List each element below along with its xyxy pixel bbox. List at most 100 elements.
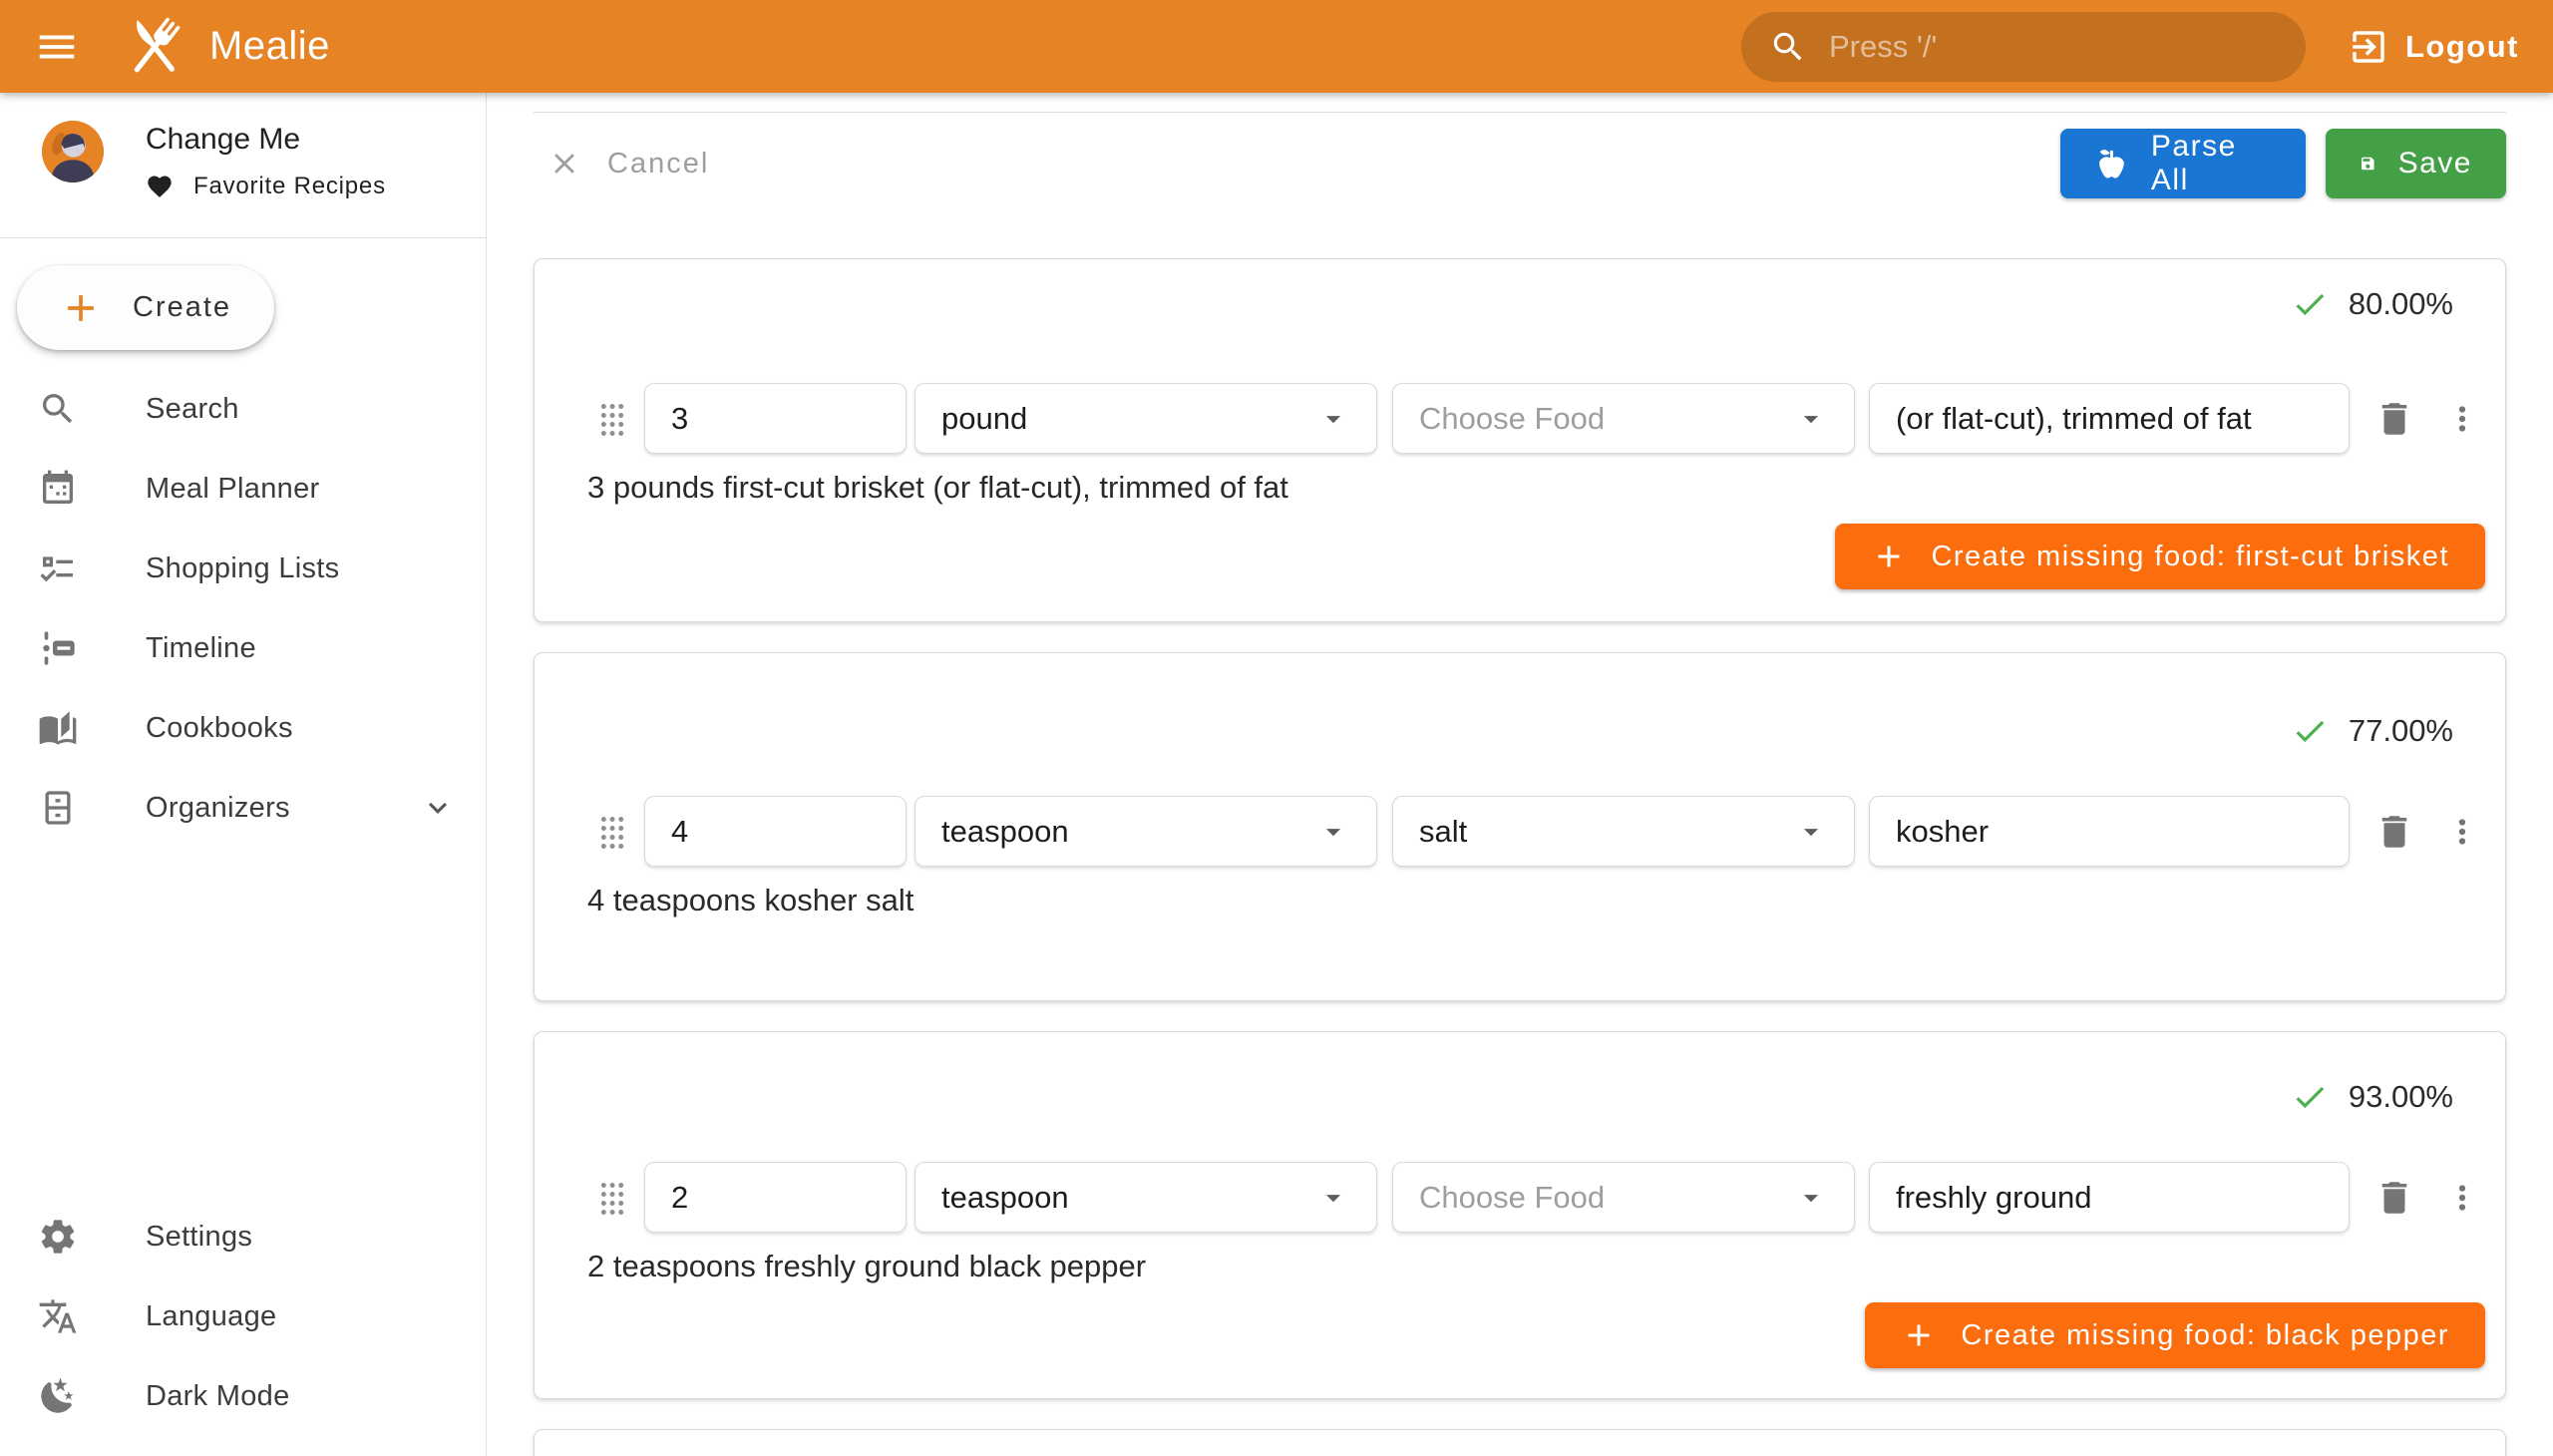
plus-icon [59,286,103,330]
unit-value: teaspoon [941,814,1069,850]
user-info: Change Me Favorite Recipes [146,121,386,237]
confidence-row: 80.00% [535,285,2505,323]
create-missing-food-label: Create missing food: black pepper [1961,1319,2449,1352]
create-missing-food-button[interactable]: Create missing food: black pepper [1865,1302,2485,1368]
kebab-menu-icon[interactable] [2443,813,2481,851]
menu-down-icon [1316,1181,1350,1215]
missing-food-row: Create missing food: first-cut brisket [535,524,2505,589]
user-block: Change Me Favorite Recipes [0,93,486,238]
original-ingredient-text: 2 teaspoons freshly ground black pepper [587,1249,2505,1284]
menu-down-icon [1794,815,1828,849]
quantity-input[interactable]: 4 [644,796,907,867]
quantity-input[interactable]: 2 [644,1162,907,1233]
sidebar-item-shopping-lists[interactable]: Shopping Lists [0,529,486,608]
quantity-input[interactable]: 3 [644,383,907,454]
favorite-recipes-label: Favorite Recipes [193,173,386,200]
food-value: salt [1419,814,1467,850]
cancel-button[interactable]: Cancel [547,147,709,181]
note-value: freshly ground [1896,1180,2091,1216]
sidebar-item-cookbooks[interactable]: Cookbooks [0,688,486,768]
menu-icon[interactable] [34,24,80,70]
sidebar-item-search[interactable]: Search [0,369,486,449]
sidebar-item-timeline[interactable]: Timeline [0,608,486,688]
search-icon [38,389,78,429]
create-button[interactable]: Create [17,265,274,350]
food-select[interactable]: Choose Food [1392,1162,1855,1233]
app-title: Mealie [209,24,330,69]
toolbar-actions: Parse All Save [2060,129,2506,198]
drag-handle-icon[interactable] [598,1180,624,1216]
unit-select[interactable]: teaspoon [914,796,1377,867]
drag-handle-icon[interactable] [598,814,624,850]
menu-down-icon [1316,815,1350,849]
missing-food-row: Create missing food: black pepper [535,1302,2505,1368]
logout-button[interactable]: Logout [2348,26,2519,68]
check-icon [2291,1078,2329,1116]
heart-icon [146,173,174,200]
timeline-icon [38,628,78,668]
parse-all-button[interactable]: Parse All [2060,129,2306,198]
unit-select[interactable]: pound [914,383,1377,454]
menu-down-icon [1794,1181,1828,1215]
user-name[interactable]: Change Me [146,123,386,157]
gear-icon [38,1217,78,1257]
logout-label: Logout [2405,29,2519,65]
ingredient-card: 77.00% 4 teaspoon salt kosher 4 teaspoon… [534,652,2506,1001]
save-icon [2360,145,2376,182]
sidebar-item-dark-mode[interactable]: Dark Mode [0,1356,486,1436]
create-missing-food-button[interactable]: Create missing food: first-cut brisket [1835,524,2485,589]
sidebar-item-label: Settings [146,1221,252,1254]
kebab-menu-icon[interactable] [2443,400,2481,438]
sidebar-item-language[interactable]: Language [0,1276,486,1356]
note-value: (or flat-cut), trimmed of fat [1896,401,2252,437]
search-input[interactable]: Press '/' [1741,12,2306,82]
sidebar-item-label: Timeline [146,632,256,665]
section-divider [534,112,2506,113]
moon-icon [38,1376,78,1416]
checklist-icon [38,548,78,588]
ingredient-card: 93.00% 2 teaspoon Choose Food freshly gr… [534,1031,2506,1399]
create-label: Create [133,291,231,324]
parse-all-label: Parse All [2151,130,2272,197]
confidence-value: 80.00% [2349,286,2453,322]
sidebar-item-label: Organizers [146,792,290,825]
sidebar-item-label: Meal Planner [146,473,319,506]
trash-icon[interactable] [2373,1177,2415,1219]
sidebar-item-meal-planner[interactable]: Meal Planner [0,449,486,529]
sidebar-item-settings[interactable]: Settings [0,1197,486,1276]
trash-icon[interactable] [2373,398,2415,440]
create-missing-food-label: Create missing food: first-cut brisket [1931,541,2449,573]
trash-icon[interactable] [2373,811,2415,853]
food-select[interactable]: Choose Food [1392,383,1855,454]
confidence-row: 77.00% [535,712,2505,750]
food-select[interactable]: salt [1392,796,1855,867]
main-content: Cancel Parse All Save 80.00% 3 pound [487,93,2553,1456]
ingredient-input-row: 3 pound Choose Food (or flat-cut), trimm… [535,383,2505,454]
food-placeholder: Choose Food [1419,401,1605,437]
book-icon [38,708,78,748]
favorite-recipes-link[interactable]: Favorite Recipes [146,173,386,200]
calendar-icon [38,469,78,509]
app-bar: Mealie Press '/' Logout [0,0,2553,93]
confidence-row: 93.00% [535,1078,2505,1116]
sidebar: Change Me Favorite Recipes Create Search… [0,93,487,1456]
menu-down-icon [1794,402,1828,436]
avatar[interactable] [42,121,104,182]
note-input[interactable]: kosher [1869,796,2350,867]
original-ingredient-text: 4 teaspoons kosher salt [587,883,2505,918]
kebab-menu-icon[interactable] [2443,1179,2481,1217]
logout-icon [2348,26,2389,68]
sidebar-item-label: Search [146,393,239,426]
avatar-illustration [42,121,104,182]
save-button[interactable]: Save [2326,129,2506,198]
save-label: Save [2398,147,2472,181]
sidebar-item-organizers[interactable]: Organizers [0,768,486,848]
note-input[interactable]: (or flat-cut), trimmed of fat [1869,383,2350,454]
note-input[interactable]: freshly ground [1869,1162,2350,1233]
unit-value: teaspoon [941,1180,1069,1216]
search-icon [1769,28,1807,66]
drag-handle-icon[interactable] [598,401,624,437]
unit-select[interactable]: teaspoon [914,1162,1377,1233]
menu-down-icon [1316,402,1350,436]
original-ingredient-text: 3 pounds first-cut brisket (or flat-cut)… [587,470,2505,506]
